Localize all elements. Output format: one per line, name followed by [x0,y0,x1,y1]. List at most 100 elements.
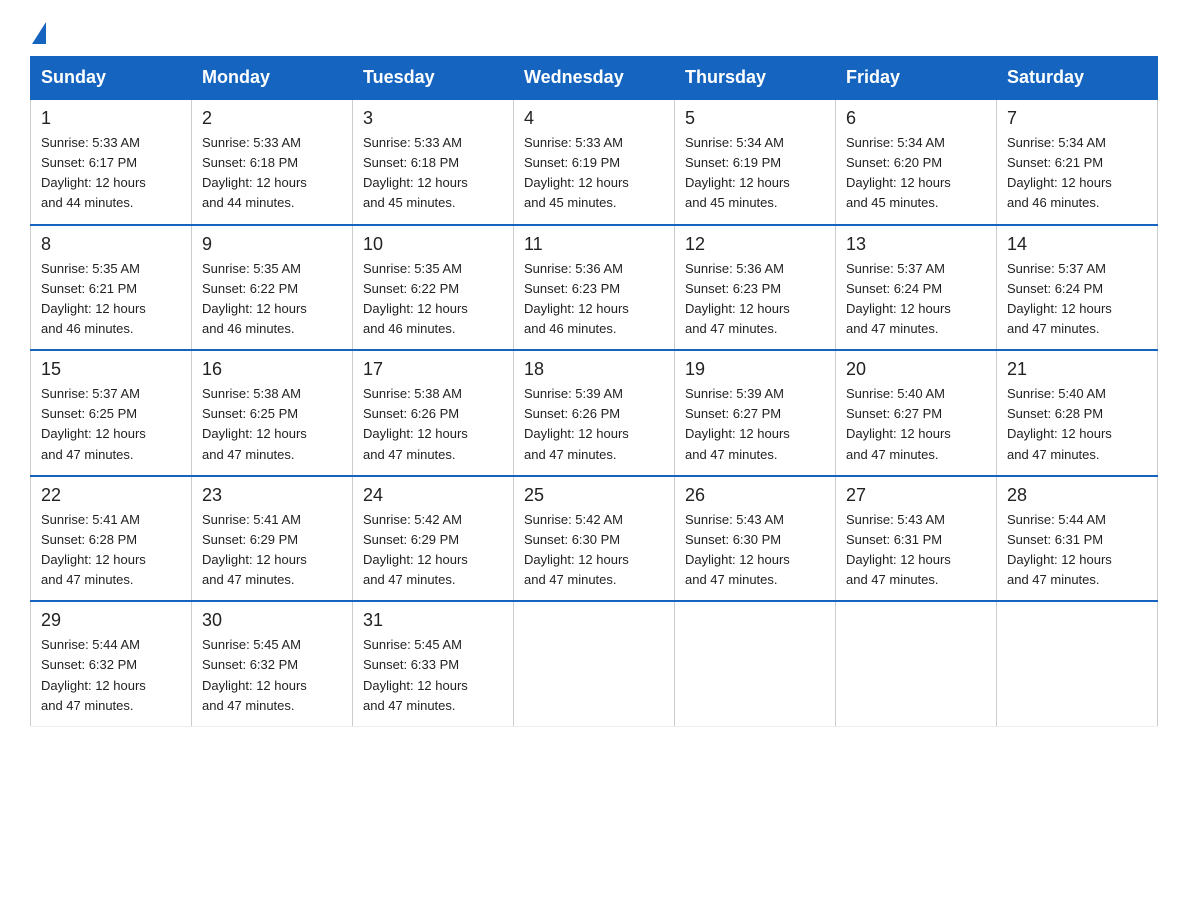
calendar-week-row: 15 Sunrise: 5:37 AMSunset: 6:25 PMDayligh… [31,350,1158,476]
calendar-cell: 27Sunrise: 5:43 AMSunset: 6:31 PMDayligh… [836,476,997,602]
calendar-cell: 24 Sunrise: 5:42 AMSunset: 6:29 PMDayligh… [353,476,514,602]
calendar-cell: 26 Sunrise: 5:43 AMSunset: 6:30 PMDayligh… [675,476,836,602]
day-info: Sunrise: 5:44 AMSunset: 6:31 PMDaylight:… [1007,510,1147,591]
day-number: 4 [524,108,664,129]
day-number: 23 [202,485,342,506]
column-header-thursday: Thursday [675,57,836,100]
calendar-header-row: SundayMondayTuesdayWednesdayThursdayFrid… [31,57,1158,100]
day-number: 31 [363,610,503,631]
day-info: Sunrise: 5:41 AMSunset: 6:28 PMDaylight:… [41,510,181,591]
column-header-saturday: Saturday [997,57,1158,100]
column-header-monday: Monday [192,57,353,100]
day-info: Sunrise: 5:39 AMSunset: 6:27 PMDaylight:… [685,384,825,465]
day-number: 30 [202,610,342,631]
day-number: 11 [524,234,664,255]
column-header-tuesday: Tuesday [353,57,514,100]
calendar-cell: 2 Sunrise: 5:33 AMSunset: 6:18 PMDaylight… [192,99,353,225]
day-number: 14 [1007,234,1147,255]
day-number: 7 [1007,108,1147,129]
calendar-week-row: 22 Sunrise: 5:41 AMSunset: 6:28 PMDayligh… [31,476,1158,602]
calendar-cell: 1Sunrise: 5:33 AMSunset: 6:17 PMDaylight… [31,99,192,225]
calendar-cell [675,601,836,726]
day-info: Sunrise: 5:45 AMSunset: 6:32 PMDaylight:… [202,635,342,716]
calendar-cell: 16Sunrise: 5:38 AMSunset: 6:25 PMDayligh… [192,350,353,476]
day-number: 5 [685,108,825,129]
calendar-cell: 15 Sunrise: 5:37 AMSunset: 6:25 PMDayligh… [31,350,192,476]
calendar-week-row: 8 Sunrise: 5:35 AMSunset: 6:21 PMDaylight… [31,225,1158,351]
page-header [30,20,1158,38]
day-number: 8 [41,234,181,255]
day-info: Sunrise: 5:41 AMSunset: 6:29 PMDaylight:… [202,510,342,591]
column-header-sunday: Sunday [31,57,192,100]
day-number: 29 [41,610,181,631]
day-number: 20 [846,359,986,380]
day-number: 3 [363,108,503,129]
calendar-cell: 31 Sunrise: 5:45 AMSunset: 6:33 PMDayligh… [353,601,514,726]
day-number: 24 [363,485,503,506]
calendar-week-row: 29 Sunrise: 5:44 AMSunset: 6:32 PMDayligh… [31,601,1158,726]
calendar-cell: 4 Sunrise: 5:33 AMSunset: 6:19 PMDaylight… [514,99,675,225]
calendar-cell [997,601,1158,726]
day-info: Sunrise: 5:34 AMSunset: 6:20 PMDaylight:… [846,133,986,214]
day-info: Sunrise: 5:33 AMSunset: 6:17 PMDaylight:… [41,133,181,214]
day-number: 19 [685,359,825,380]
calendar-cell: 13 Sunrise: 5:37 AMSunset: 6:24 PMDayligh… [836,225,997,351]
day-info: Sunrise: 5:35 AMSunset: 6:22 PMDaylight:… [363,259,503,340]
calendar-cell: 23 Sunrise: 5:41 AMSunset: 6:29 PMDayligh… [192,476,353,602]
day-number: 18 [524,359,664,380]
day-info: Sunrise: 5:33 AMSunset: 6:19 PMDaylight:… [524,133,664,214]
calendar-cell: 14 Sunrise: 5:37 AMSunset: 6:24 PMDayligh… [997,225,1158,351]
day-info: Sunrise: 5:43 AMSunset: 6:30 PMDaylight:… [685,510,825,591]
day-info: Sunrise: 5:38 AMSunset: 6:26 PMDaylight:… [363,384,503,465]
calendar-cell: 5 Sunrise: 5:34 AMSunset: 6:19 PMDaylight… [675,99,836,225]
calendar-cell: 18Sunrise: 5:39 AMSunset: 6:26 PMDayligh… [514,350,675,476]
logo-triangle-icon [32,22,46,44]
day-info: Sunrise: 5:37 AMSunset: 6:24 PMDaylight:… [846,259,986,340]
calendar-cell: 21Sunrise: 5:40 AMSunset: 6:28 PMDayligh… [997,350,1158,476]
day-info: Sunrise: 5:33 AMSunset: 6:18 PMDaylight:… [202,133,342,214]
column-header-wednesday: Wednesday [514,57,675,100]
day-number: 12 [685,234,825,255]
day-info: Sunrise: 5:37 AMSunset: 6:24 PMDaylight:… [1007,259,1147,340]
day-info: Sunrise: 5:37 AMSunset: 6:25 PMDaylight:… [41,384,181,465]
logo [30,20,48,38]
day-info: Sunrise: 5:45 AMSunset: 6:33 PMDaylight:… [363,635,503,716]
calendar-cell: 12 Sunrise: 5:36 AMSunset: 6:23 PMDayligh… [675,225,836,351]
day-number: 6 [846,108,986,129]
calendar-cell: 10 Sunrise: 5:35 AMSunset: 6:22 PMDayligh… [353,225,514,351]
day-number: 27 [846,485,986,506]
day-info: Sunrise: 5:40 AMSunset: 6:28 PMDaylight:… [1007,384,1147,465]
day-info: Sunrise: 5:42 AMSunset: 6:30 PMDaylight:… [524,510,664,591]
day-number: 26 [685,485,825,506]
calendar-week-row: 1Sunrise: 5:33 AMSunset: 6:17 PMDaylight… [31,99,1158,225]
calendar-cell: 25 Sunrise: 5:42 AMSunset: 6:30 PMDayligh… [514,476,675,602]
day-info: Sunrise: 5:36 AMSunset: 6:23 PMDaylight:… [524,259,664,340]
day-number: 13 [846,234,986,255]
day-number: 28 [1007,485,1147,506]
day-info: Sunrise: 5:36 AMSunset: 6:23 PMDaylight:… [685,259,825,340]
day-info: Sunrise: 5:40 AMSunset: 6:27 PMDaylight:… [846,384,986,465]
calendar-cell: 28 Sunrise: 5:44 AMSunset: 6:31 PMDayligh… [997,476,1158,602]
day-info: Sunrise: 5:35 AMSunset: 6:21 PMDaylight:… [41,259,181,340]
calendar-cell: 22 Sunrise: 5:41 AMSunset: 6:28 PMDayligh… [31,476,192,602]
day-number: 2 [202,108,342,129]
calendar-cell [836,601,997,726]
calendar-cell: 7Sunrise: 5:34 AMSunset: 6:21 PMDaylight… [997,99,1158,225]
calendar-cell: 6 Sunrise: 5:34 AMSunset: 6:20 PMDaylight… [836,99,997,225]
calendar-cell: 11 Sunrise: 5:36 AMSunset: 6:23 PMDayligh… [514,225,675,351]
day-number: 9 [202,234,342,255]
day-number: 22 [41,485,181,506]
day-number: 10 [363,234,503,255]
calendar-cell: 17Sunrise: 5:38 AMSunset: 6:26 PMDayligh… [353,350,514,476]
calendar-cell: 8 Sunrise: 5:35 AMSunset: 6:21 PMDaylight… [31,225,192,351]
calendar-cell: 9Sunrise: 5:35 AMSunset: 6:22 PMDaylight… [192,225,353,351]
day-number: 25 [524,485,664,506]
calendar-cell: 20 Sunrise: 5:40 AMSunset: 6:27 PMDayligh… [836,350,997,476]
day-info: Sunrise: 5:34 AMSunset: 6:19 PMDaylight:… [685,133,825,214]
calendar-cell: 30 Sunrise: 5:45 AMSunset: 6:32 PMDayligh… [192,601,353,726]
calendar-table: SundayMondayTuesdayWednesdayThursdayFrid… [30,56,1158,727]
day-info: Sunrise: 5:44 AMSunset: 6:32 PMDaylight:… [41,635,181,716]
day-info: Sunrise: 5:42 AMSunset: 6:29 PMDaylight:… [363,510,503,591]
day-number: 15 [41,359,181,380]
day-info: Sunrise: 5:38 AMSunset: 6:25 PMDaylight:… [202,384,342,465]
